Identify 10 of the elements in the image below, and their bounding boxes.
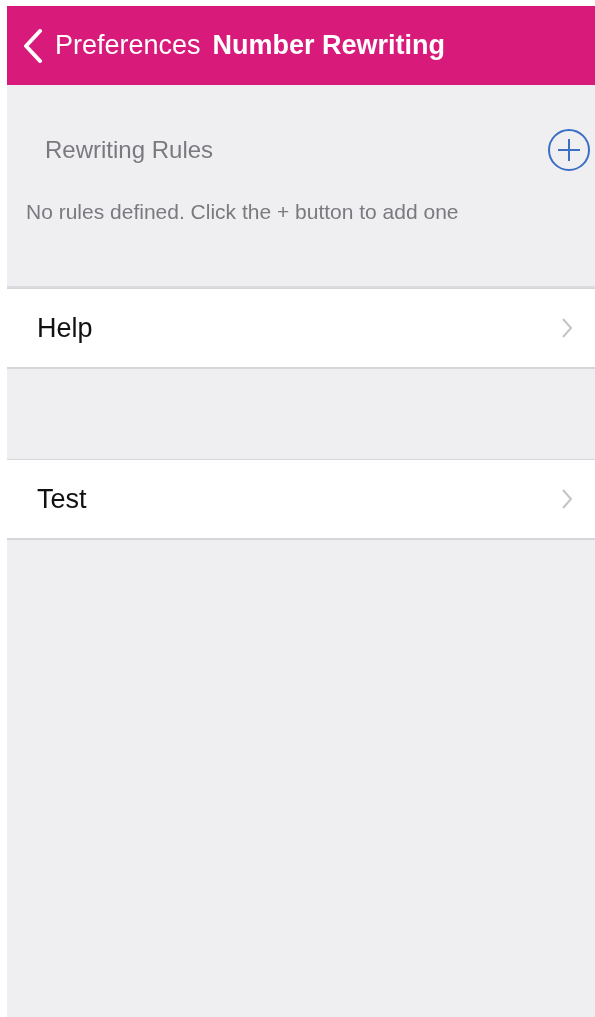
chevron-icon — [561, 317, 573, 339]
section-title: Rewriting Rules — [45, 136, 214, 164]
chevron-icon — [561, 488, 573, 510]
empty-message: No rules defined. Click the + button to add one — [26, 200, 460, 224]
menu-item[interactable]: Help — [7, 289, 595, 367]
back-button[interactable]: Preferences — [23, 28, 201, 63]
add-button[interactable] — [547, 128, 591, 172]
menu-item[interactable]: Test — [7, 460, 595, 538]
back-chevron-icon — [23, 28, 43, 63]
screen-title: Number Rewriting — [212, 30, 446, 61]
